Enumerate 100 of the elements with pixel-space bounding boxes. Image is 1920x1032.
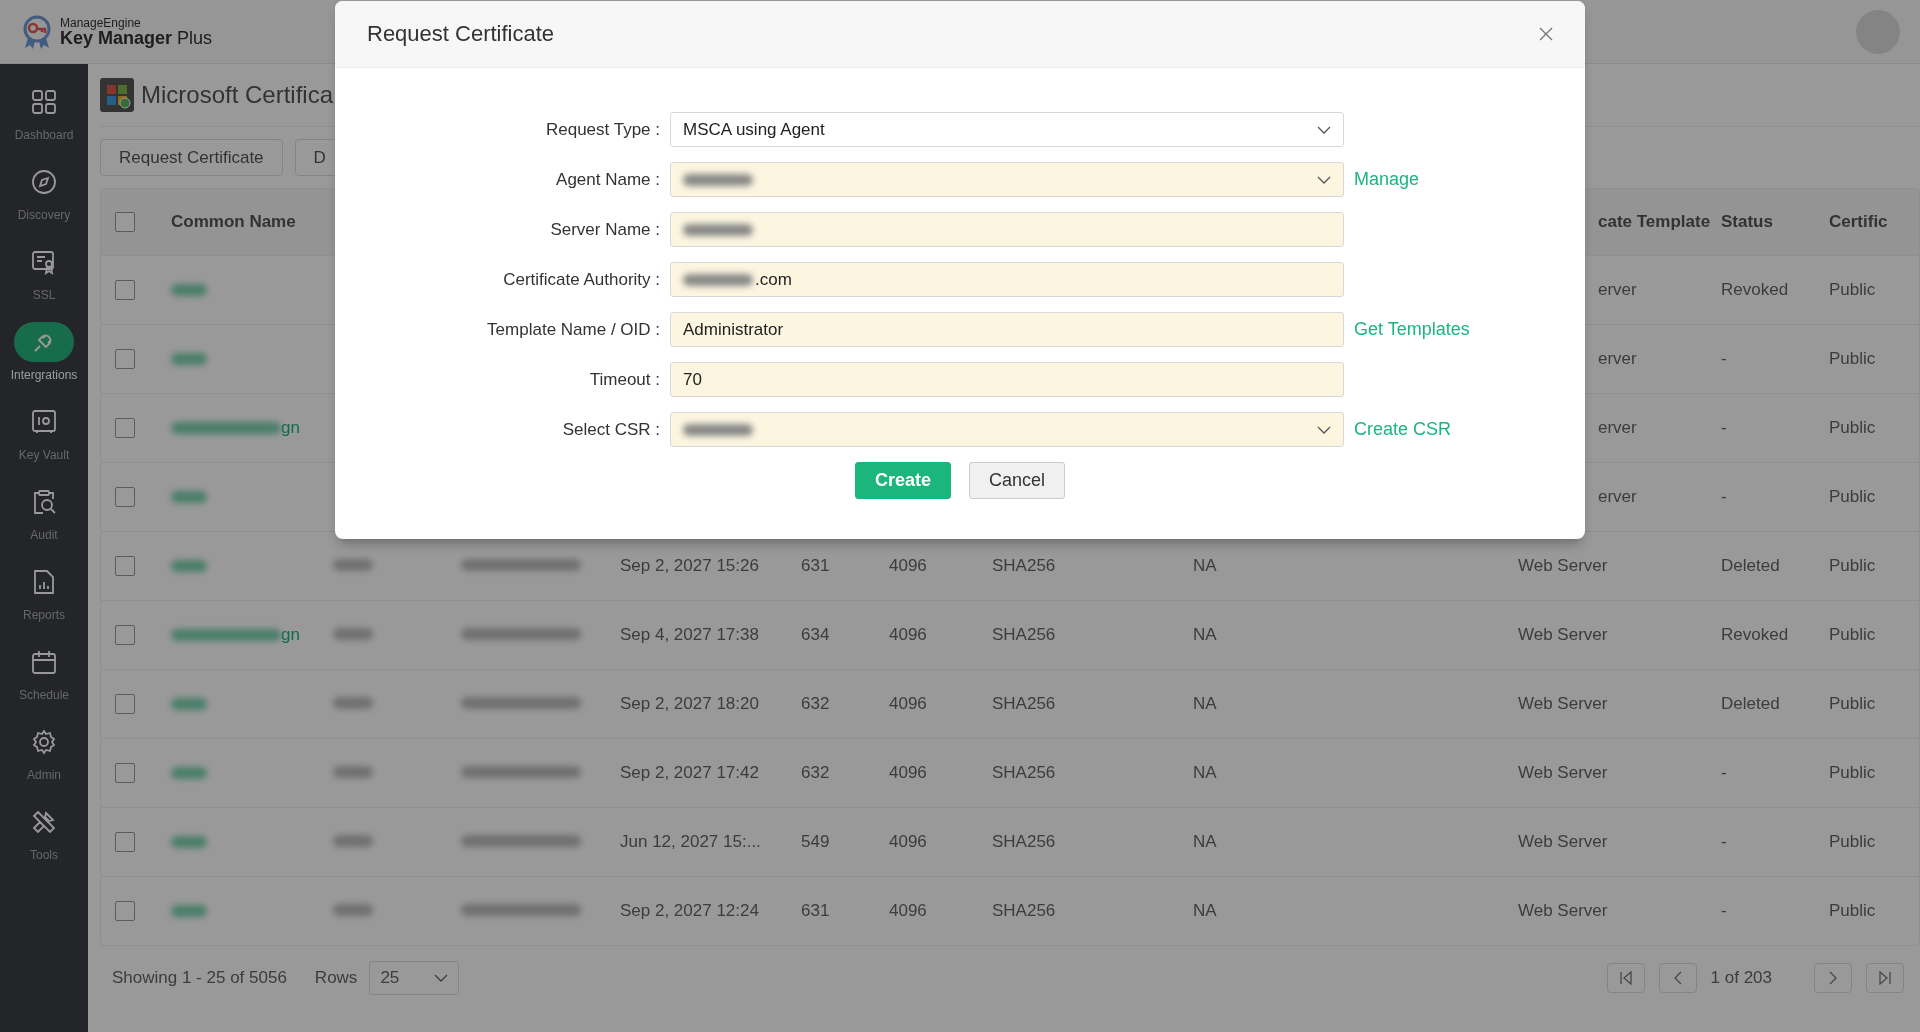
table-cell-text: 4096 bbox=[889, 832, 928, 852]
table-cell-text: 4096 bbox=[889, 901, 928, 921]
row-checkbox[interactable] bbox=[115, 280, 135, 300]
sidebar-item[interactable]: Reports bbox=[0, 552, 88, 632]
record-count: Showing 1 - 25 of 5056 bbox=[112, 968, 287, 988]
row-checkbox[interactable] bbox=[115, 487, 135, 507]
row-checkbox[interactable] bbox=[115, 625, 135, 645]
table-cell-text: erver bbox=[1597, 349, 1638, 369]
table-cell-text: Public bbox=[1829, 832, 1877, 852]
field-label: Select CSR : bbox=[561, 419, 660, 440]
sidebar-item[interactable]: Tools bbox=[0, 792, 88, 872]
sidebar-item[interactable]: Key Vault bbox=[0, 392, 88, 472]
table-cell-text: Revoked bbox=[1721, 625, 1790, 645]
common-name-link[interactable]: gn bbox=[171, 418, 333, 438]
table-cell-text: Public bbox=[1829, 763, 1877, 783]
sidebar-item[interactable]: Dashboard bbox=[0, 72, 88, 152]
input-field[interactable] bbox=[670, 212, 1344, 247]
select-all-checkbox[interactable] bbox=[115, 212, 135, 232]
clipboard-search-icon bbox=[31, 489, 57, 515]
table-cell-text: - bbox=[1721, 349, 1728, 369]
certificate-icon bbox=[31, 249, 57, 275]
sidebar-item[interactable]: Schedule bbox=[0, 632, 88, 712]
dropdown-field[interactable] bbox=[670, 412, 1344, 447]
dropdown-field[interactable]: MSCA using Agent bbox=[670, 112, 1344, 147]
sidebar-item[interactable]: Audit bbox=[0, 472, 88, 552]
field-link[interactable]: Manage bbox=[1354, 169, 1585, 190]
previous-page-button[interactable] bbox=[1658, 963, 1697, 993]
table-cell-text: Web Server bbox=[1518, 625, 1609, 645]
redacted-text bbox=[333, 697, 373, 709]
page-indicator: 1 of 203 bbox=[1710, 968, 1772, 988]
table-cell-text: Public bbox=[1829, 349, 1877, 369]
chart-document-icon bbox=[31, 569, 57, 595]
table-cell-text: SHA256 bbox=[992, 556, 1057, 576]
grid-icon bbox=[31, 89, 57, 115]
row-checkbox[interactable] bbox=[115, 349, 135, 369]
table-cell-text: Public bbox=[1829, 694, 1877, 714]
input-field[interactable]: 70 bbox=[670, 362, 1344, 397]
first-page-button[interactable] bbox=[1606, 963, 1645, 993]
first-page-icon bbox=[1618, 971, 1633, 985]
table-cell-text: SHA256 bbox=[992, 832, 1057, 852]
cancel-button[interactable]: Cancel bbox=[969, 462, 1066, 499]
table-cell-text: Sep 2, 2027 12:24 bbox=[620, 901, 760, 921]
close-icon[interactable] bbox=[1539, 27, 1553, 41]
table-cell-text: NA bbox=[1193, 556, 1218, 576]
table-cell-text: Web Server bbox=[1518, 901, 1609, 921]
vendor-name: ManageEngine bbox=[60, 16, 142, 29]
compass-icon bbox=[31, 169, 57, 195]
input-field[interactable]: Administrator bbox=[670, 312, 1344, 347]
table-cell-text: 632 bbox=[801, 694, 831, 714]
sidebar-item[interactable]: Discovery bbox=[0, 152, 88, 232]
table-cell-text: Sep 2, 2027 15:26 bbox=[620, 556, 760, 576]
table-cell-text: Deleted bbox=[1721, 556, 1781, 576]
chevron-right-icon bbox=[1828, 971, 1838, 985]
common-name-link[interactable]: gn bbox=[171, 625, 333, 645]
table-cell-text: Sep 2, 2027 18:20 bbox=[620, 694, 760, 714]
safe-icon bbox=[31, 409, 57, 435]
rows-label: Rows bbox=[314, 968, 358, 988]
calendar-icon bbox=[31, 649, 57, 675]
table-cell-text: 4096 bbox=[889, 763, 928, 783]
column-header[interactable]: Certific bbox=[1829, 212, 1919, 232]
redacted-value bbox=[683, 223, 753, 236]
field-link[interactable]: Create CSR bbox=[1354, 419, 1585, 440]
redacted-text bbox=[333, 628, 373, 640]
redacted-value bbox=[683, 273, 753, 286]
row-checkbox[interactable] bbox=[115, 763, 135, 783]
next-page-button[interactable] bbox=[1814, 963, 1852, 993]
tile-badge-icon bbox=[100, 78, 134, 112]
redacted-value bbox=[683, 423, 753, 436]
table-cell-text: Sep 2, 2027 17:42 bbox=[620, 763, 760, 783]
tools-icon bbox=[31, 809, 57, 835]
row-checkbox[interactable] bbox=[115, 556, 135, 576]
table-cell-text: SHA256 bbox=[992, 901, 1057, 921]
last-page-icon bbox=[1878, 971, 1892, 985]
table-cell-text: 549 bbox=[801, 832, 831, 852]
row-checkbox[interactable] bbox=[115, 418, 135, 438]
table-cell-text: NA bbox=[1193, 901, 1218, 921]
chevron-down-icon bbox=[1317, 125, 1331, 134]
row-checkbox[interactable] bbox=[115, 901, 135, 921]
table-cell-text: 632 bbox=[801, 763, 831, 783]
rows-per-page-dropdown[interactable]: 25 bbox=[369, 961, 460, 995]
last-page-button[interactable] bbox=[1866, 963, 1904, 993]
table-cell-text: Web Server bbox=[1518, 832, 1609, 852]
table-cell-text: Web Server bbox=[1518, 694, 1609, 714]
row-checkbox[interactable] bbox=[115, 694, 135, 714]
table-cell-text: erver bbox=[1597, 280, 1638, 300]
table-cell-text: Public bbox=[1829, 280, 1877, 300]
field-link[interactable]: Get Templates bbox=[1354, 319, 1585, 340]
field-label: Request Type : bbox=[544, 119, 660, 140]
sidebar-item[interactable]: Intergrations bbox=[0, 312, 88, 392]
input-field[interactable]: .com bbox=[670, 262, 1344, 297]
table-cell-text: Sep 4, 2027 17:38 bbox=[620, 625, 760, 645]
sidebar-item[interactable]: Admin bbox=[0, 712, 88, 792]
column-header[interactable]: Status bbox=[1721, 212, 1829, 232]
field-label: Certificate Authority : bbox=[502, 269, 660, 290]
dropdown-field[interactable] bbox=[670, 162, 1344, 197]
create-button[interactable]: Create bbox=[854, 462, 951, 499]
sidebar-item[interactable]: SSL bbox=[0, 232, 88, 312]
row-checkbox[interactable] bbox=[115, 832, 135, 852]
table-cell-text: - bbox=[1721, 487, 1728, 507]
action-button[interactable]: Request Certificate bbox=[100, 139, 283, 176]
